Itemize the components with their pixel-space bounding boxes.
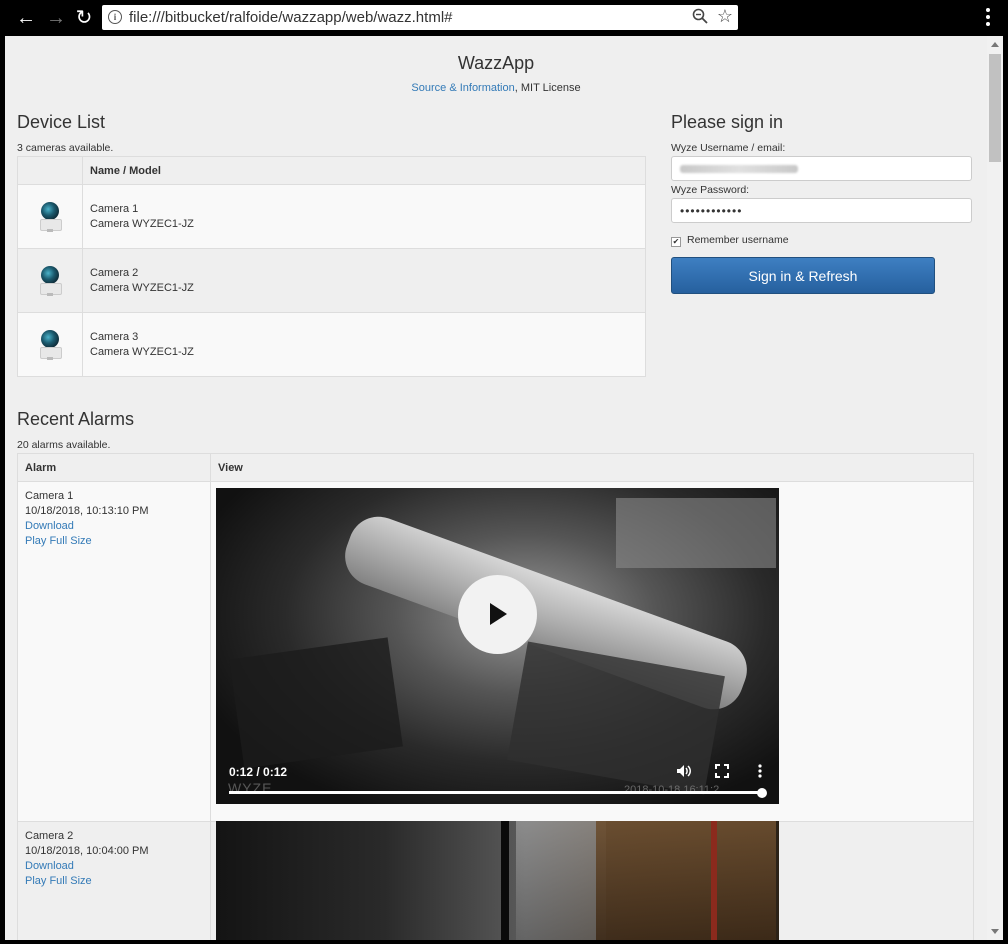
window-frame — [1003, 36, 1008, 944]
alarms-table-header: Alarm View — [17, 453, 974, 482]
device-info-cell: Camera 3 Camera WYZEC1-JZ — [82, 312, 646, 377]
device-table: Name / Model Camera 1 Camera WYZEC1-JZ C… — [17, 156, 646, 377]
play-button[interactable] — [458, 575, 537, 654]
alarm-info-cell: Camera 2 10/18/2018, 10:04:00 PM Downloa… — [17, 821, 211, 940]
password-value: •••••••••••• — [680, 204, 743, 218]
camera-icon — [38, 329, 62, 360]
device-name: Camera 2 — [90, 266, 139, 279]
play-full-size-link[interactable]: Play Full Size — [25, 535, 92, 547]
signin-heading: Please sign in — [671, 112, 784, 132]
subtitle-separator: , — [514, 82, 518, 94]
info-icon[interactable]: i — [108, 10, 122, 24]
page-title: WazzApp — [457, 53, 535, 73]
source-info-link[interactable]: Source & Information — [411, 82, 514, 94]
device-row[interactable]: Camera 3 Camera WYZEC1-JZ — [17, 312, 646, 377]
page-subtitle: Source & Information, MIT License — [5, 82, 987, 94]
recent-alarms-heading: Recent Alarms — [17, 409, 135, 429]
download-link[interactable]: Download — [25, 520, 74, 532]
camera-count: 3 cameras available. — [17, 142, 114, 154]
name-model-column-header: Name / Model — [82, 156, 646, 185]
alarm-video-player[interactable] — [216, 821, 779, 940]
page-scrollbar[interactable] — [987, 36, 1003, 940]
device-info-cell: Camera 1 Camera WYZEC1-JZ — [82, 184, 646, 249]
scroll-up-icon[interactable] — [991, 42, 999, 47]
video-timestamp-overlay: 2018-10-18 16:11:2 — [624, 784, 720, 796]
video-more-icon[interactable] — [758, 764, 762, 781]
username-value-blurred — [680, 165, 798, 173]
device-name: Camera 1 — [90, 202, 139, 215]
device-row[interactable]: Camera 1 Camera WYZEC1-JZ — [17, 184, 646, 249]
video-time: 0:12 / 0:12 — [229, 765, 288, 779]
alarm-video-player[interactable]: WYZE 2018-10-18 16:11:2 0:12 / 0:12 — [216, 488, 779, 804]
camera-icon — [38, 265, 62, 296]
remember-label: Remember username — [687, 234, 789, 246]
password-field[interactable]: •••••••••••• — [671, 198, 972, 223]
back-arrow-icon[interactable]: ← — [14, 6, 38, 30]
remember-checkbox[interactable]: ✔ — [671, 237, 681, 247]
device-model: Camera WYZEC1-JZ — [90, 281, 194, 294]
camera-icon — [38, 201, 62, 232]
license-text: MIT License — [520, 82, 581, 94]
username-label: Wyze Username / email: — [671, 142, 786, 154]
device-model: Camera WYZEC1-JZ — [90, 217, 194, 230]
username-field[interactable] — [671, 156, 972, 181]
reload-icon[interactable]: ↻ — [72, 6, 96, 30]
video-progress-handle[interactable] — [757, 788, 767, 798]
icon-column-header — [17, 156, 83, 185]
download-link[interactable]: Download — [25, 860, 74, 872]
browser-menu-icon[interactable] — [986, 8, 990, 29]
browser-toolbar: ← → ↻ i file:///bitbucket/ralfoide/wazza… — [0, 0, 1008, 36]
device-icon-cell — [17, 184, 83, 249]
alarm-camera: Camera 1 — [25, 490, 74, 502]
alarm-count: 20 alarms available. — [17, 439, 111, 451]
view-column-header: View — [210, 453, 974, 482]
forward-arrow-icon[interactable]: → — [44, 6, 68, 30]
volume-icon[interactable] — [676, 764, 692, 781]
alarm-time: 10/18/2018, 10:04:00 PM — [25, 845, 149, 857]
alarm-column-header: Alarm — [17, 453, 211, 482]
scroll-down-icon[interactable] — [991, 929, 999, 934]
password-label: Wyze Password: — [671, 184, 750, 196]
device-icon-cell — [17, 312, 83, 377]
page-viewport: WazzApp Source & Information, MIT Licens… — [5, 36, 987, 940]
bookmark-star-icon[interactable]: ☆ — [717, 6, 733, 27]
device-list-heading: Device List — [17, 112, 106, 132]
alarm-info-cell: Camera 1 10/18/2018, 10:13:10 PM Downloa… — [17, 481, 211, 822]
fullscreen-icon[interactable] — [715, 764, 729, 781]
device-table-header: Name / Model — [17, 156, 646, 185]
alarm-time: 10/18/2018, 10:13:10 PM — [25, 505, 149, 517]
device-name: Camera 3 — [90, 330, 139, 343]
address-bar[interactable]: i file:///bitbucket/ralfoide/wazzapp/web… — [102, 5, 738, 30]
zoom-icon[interactable] — [692, 8, 708, 27]
device-info-cell: Camera 2 Camera WYZEC1-JZ — [82, 248, 646, 313]
play-full-size-link[interactable]: Play Full Size — [25, 875, 92, 887]
device-model: Camera WYZEC1-JZ — [90, 345, 194, 358]
alarm-camera: Camera 2 — [25, 830, 74, 842]
scrollbar-thumb[interactable] — [989, 54, 1001, 162]
video-progress-bar[interactable] — [229, 791, 762, 794]
sign-in-refresh-button[interactable]: Sign in & Refresh — [671, 257, 935, 294]
device-icon-cell — [17, 248, 83, 313]
play-icon — [490, 603, 507, 625]
device-row[interactable]: Camera 2 Camera WYZEC1-JZ — [17, 248, 646, 313]
url-text[interactable]: file:///bitbucket/ralfoide/wazzapp/web/w… — [129, 9, 453, 26]
